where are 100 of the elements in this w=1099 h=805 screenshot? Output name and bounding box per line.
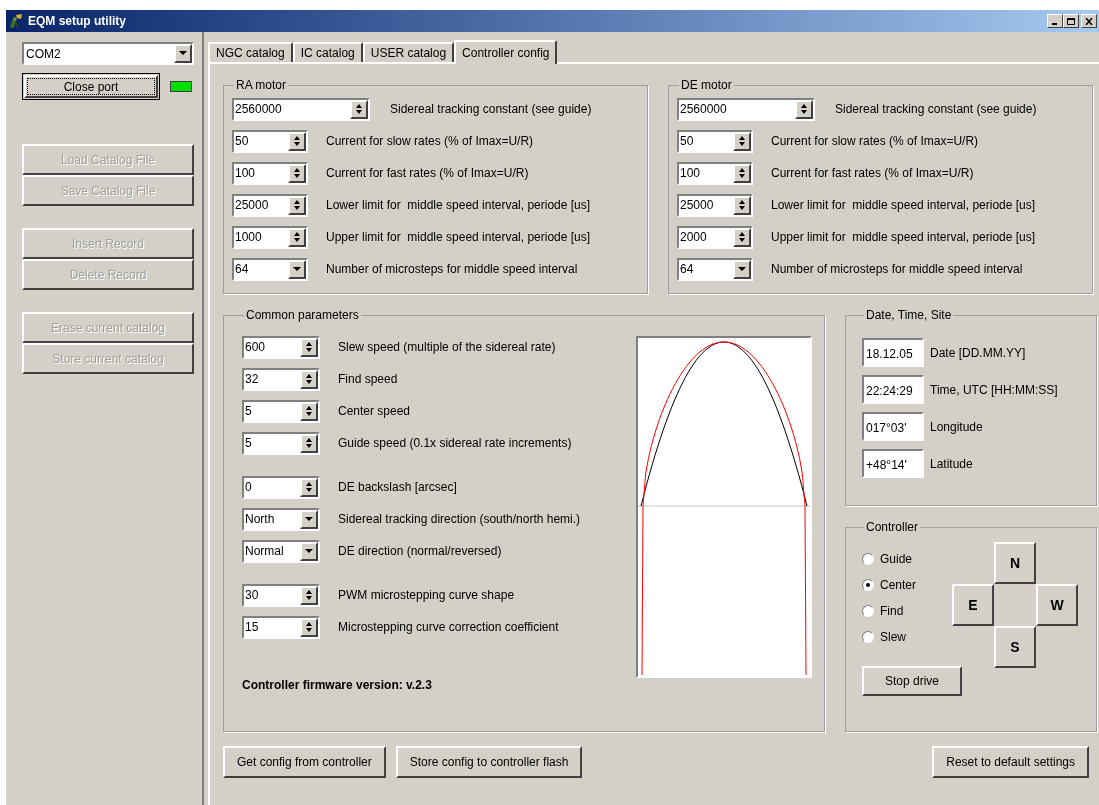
field-label: Current for slow rates (% of Imax=U/R) — [771, 133, 979, 150]
radio-button[interactable] — [862, 631, 874, 643]
tab[interactable]: NGC catalog — [208, 42, 293, 62]
field-label: PWM microstepping curve shape — [338, 587, 515, 604]
dropdown-field[interactable]: North — [242, 507, 320, 531]
number-field[interactable]: 30 — [242, 583, 320, 607]
spin-button[interactable] — [300, 617, 318, 637]
dropdown-button[interactable] — [300, 541, 318, 561]
number-field[interactable]: 15 — [242, 615, 320, 639]
maximize-button[interactable] — [1063, 14, 1079, 28]
text-field[interactable]: +48°14' — [862, 449, 924, 478]
port-dropdown[interactable]: COM2 — [22, 42, 194, 65]
spin-button[interactable] — [288, 163, 306, 183]
spin-button[interactable] — [288, 227, 306, 247]
number-field[interactable]: 25000 — [677, 193, 753, 217]
action-button[interactable]: Reset to default settings — [932, 746, 1089, 778]
number-field[interactable]: 5 — [242, 431, 320, 455]
radio-label: Center — [880, 577, 917, 594]
dropdown-button[interactable] — [733, 259, 751, 279]
radio-button[interactable] — [862, 553, 874, 565]
radio-button[interactable] — [862, 605, 874, 617]
action-button[interactable]: Get config from controller — [223, 746, 386, 778]
field-label: Sidereal tracking constant (see guide) — [835, 101, 1037, 118]
spin-arrows-icon — [738, 199, 746, 211]
number-field[interactable]: 2560000 — [677, 97, 815, 121]
dropdown-button[interactable] — [174, 44, 192, 63]
direction-button[interactable]: E — [952, 584, 994, 626]
number-field[interactable]: 100 — [677, 161, 753, 185]
spin-button[interactable] — [300, 337, 318, 357]
group-title: Controller — [865, 519, 920, 536]
tab[interactable]: IC catalog — [292, 42, 363, 62]
number-field[interactable]: 50 — [677, 129, 753, 153]
field-label: Latitude — [930, 455, 973, 473]
spin-button[interactable] — [733, 163, 751, 183]
telescope-icon — [8, 13, 24, 29]
field-label: Sidereal tracking direction (south/north hemi.) — [338, 511, 581, 528]
field-label: DE direction (normal/reversed) — [338, 543, 502, 560]
window-title: EQM setup utility — [28, 13, 126, 30]
caret-icon — [293, 266, 301, 272]
spin-arrows-icon — [305, 341, 313, 353]
spin-button[interactable] — [288, 195, 306, 215]
number-field[interactable]: 100 — [232, 161, 308, 185]
tab[interactable]: Controller config — [454, 40, 558, 64]
spin-button[interactable] — [350, 99, 368, 119]
spin-button[interactable] — [733, 131, 751, 151]
caret-icon — [305, 548, 313, 554]
spin-button[interactable] — [300, 477, 318, 497]
dropdown-button[interactable] — [288, 259, 306, 279]
number-field[interactable]: 1000 — [232, 225, 308, 249]
field-label: Upper limit for middle speed interval, periode [us] — [326, 229, 591, 246]
spin-button[interactable] — [300, 433, 318, 453]
close-button[interactable] — [1081, 14, 1097, 28]
spin-button[interactable] — [300, 401, 318, 421]
spin-button[interactable] — [795, 99, 813, 119]
spin-button[interactable] — [300, 369, 318, 389]
dropdown-field[interactable]: Normal — [242, 539, 320, 563]
text-field[interactable]: 18.12.05 — [862, 338, 924, 367]
spin-arrows-icon — [293, 199, 301, 211]
close-port-button[interactable]: Close port — [22, 73, 160, 100]
field-label: Upper limit for middle speed interval, periode [us] — [771, 229, 1036, 246]
direction-button[interactable]: S — [994, 626, 1036, 668]
number-field[interactable]: 50 — [232, 129, 308, 153]
spin-button[interactable] — [300, 585, 318, 605]
number-field[interactable]: 25000 — [232, 193, 308, 217]
group-title: Date, Time, Site — [865, 307, 953, 324]
action-button[interactable]: Store config to controller flash — [395, 746, 583, 778]
radio-button[interactable] — [862, 579, 874, 591]
direction-button[interactable]: W — [1036, 584, 1078, 626]
spin-arrows-icon — [800, 103, 808, 115]
number-field[interactable]: 2000 — [677, 225, 753, 249]
field-label: Lower limit for middle speed interval, periode [us] — [771, 197, 1036, 214]
dropdown-field[interactable]: 64 — [677, 257, 753, 281]
number-field[interactable]: 0 — [242, 475, 320, 499]
spin-button[interactable] — [733, 227, 751, 247]
text-field[interactable]: 017°03' — [862, 412, 924, 441]
firmware-version: Controller firmware version: v.2.3 — [242, 677, 433, 694]
caret-icon — [305, 516, 313, 522]
field-label: Longitude — [930, 418, 983, 436]
spin-button[interactable] — [288, 131, 306, 151]
spin-arrows-icon — [738, 231, 746, 243]
spin-button[interactable] — [733, 195, 751, 215]
number-field[interactable]: 2560000 — [232, 97, 370, 121]
number-field[interactable]: 600 — [242, 335, 320, 359]
text-field[interactable]: 22:24:29 — [862, 375, 924, 404]
field-label: Sidereal tracking constant (see guide) — [390, 101, 592, 118]
minimize-button[interactable] — [1047, 14, 1063, 28]
spin-arrows-icon — [305, 437, 313, 449]
tab[interactable]: USER catalog — [362, 42, 455, 62]
dropdown-button[interactable] — [300, 509, 318, 529]
dropdown-field[interactable]: 64 — [232, 257, 308, 281]
spin-arrows-icon — [305, 481, 313, 493]
number-field[interactable]: 5 — [242, 399, 320, 423]
number-field[interactable]: 32 — [242, 367, 320, 391]
spin-arrows-icon — [293, 135, 301, 147]
direction-button[interactable]: N — [994, 542, 1036, 584]
spin-arrows-icon — [355, 103, 363, 115]
field-label: Current for fast rates (% of Imax=U/R) — [771, 165, 974, 182]
stop-drive-button[interactable]: Stop drive — [862, 666, 962, 696]
spin-arrows-icon — [293, 231, 301, 243]
field-label: Number of microsteps for middle speed interval — [326, 261, 578, 278]
